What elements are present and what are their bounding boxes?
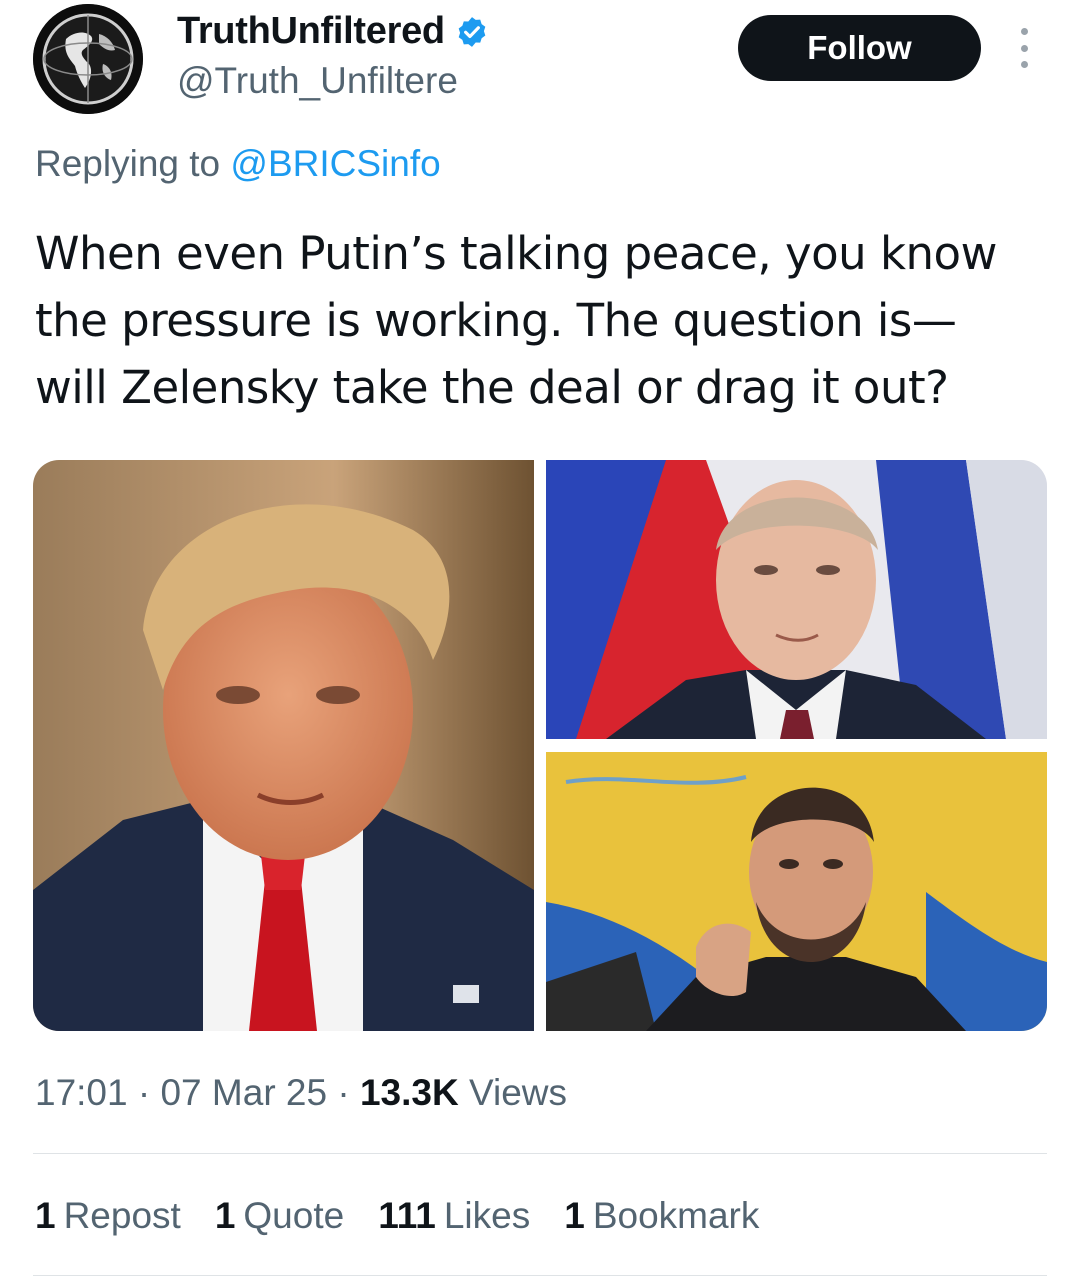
views-label: Views [468,1072,568,1113]
media-grid [33,460,1047,1031]
quotes-label: Quote [243,1195,345,1236]
bookmarks-count: 1 [564,1195,585,1236]
views-count: 13.3K [359,1072,459,1113]
quotes-stat[interactable]: 1 Quote [215,1195,344,1237]
follow-button[interactable]: Follow [738,15,981,81]
tweet-text-line: When even Putin’s talking peace, you kno… [35,227,997,280]
divider [33,1153,1047,1154]
media-photo-3[interactable] [546,752,1047,1031]
replying-to: Replying to @BRICSinfo [35,143,441,185]
meta-separator: · [337,1072,360,1113]
reposts-stat[interactable]: 1 Repost [35,1195,181,1237]
verified-badge-icon [458,16,486,47]
author-handle[interactable]: @Truth_Unfiltere [177,60,458,102]
more-options-icon[interactable] [1014,28,1034,68]
likes-stat[interactable]: 111 Likes [378,1195,530,1237]
engagement-stats: 1 Repost 1 Quote 111 Likes 1 Bookmark [35,1195,759,1237]
likes-count: 111 [378,1195,436,1236]
reply-mention-link[interactable]: @BRICSinfo [230,143,440,184]
replying-to-prefix: Replying to [35,143,221,184]
likes-label: Likes [443,1195,531,1236]
tweet-date[interactable]: 07 Mar 25 [160,1072,327,1113]
globe-avatar-icon [33,4,143,114]
bookmarks-label: Bookmark [592,1195,760,1236]
tweet-meta: 17:01 · 07 Mar 25 · 13.3K Views [35,1072,567,1114]
divider [33,1275,1047,1276]
quotes-count: 1 [214,1195,236,1236]
tweet-text: When even Putin’s talking peace, you kno… [35,220,1045,421]
tweet-text-line: the pressure is working. The question is… [35,294,957,347]
author-display-name[interactable]: TruthUnfiltered [177,10,445,53]
author-avatar[interactable] [33,4,143,114]
tweet-detail: TruthUnfiltered @Truth_Unfiltere Follow … [0,0,1080,1288]
tweet-text-line: will Zelensky take the deal or drag it o… [35,361,949,414]
reposts-count: 1 [35,1195,56,1236]
bookmarks-stat[interactable]: 1 Bookmark [564,1195,759,1237]
author-name-row[interactable]: TruthUnfiltered [177,10,489,53]
media-photo-1[interactable] [33,460,534,1031]
reposts-label: Repost [63,1195,181,1236]
media-photo-2[interactable] [546,460,1047,739]
meta-separator: · [137,1072,161,1113]
tweet-time[interactable]: 17:01 [35,1072,128,1113]
